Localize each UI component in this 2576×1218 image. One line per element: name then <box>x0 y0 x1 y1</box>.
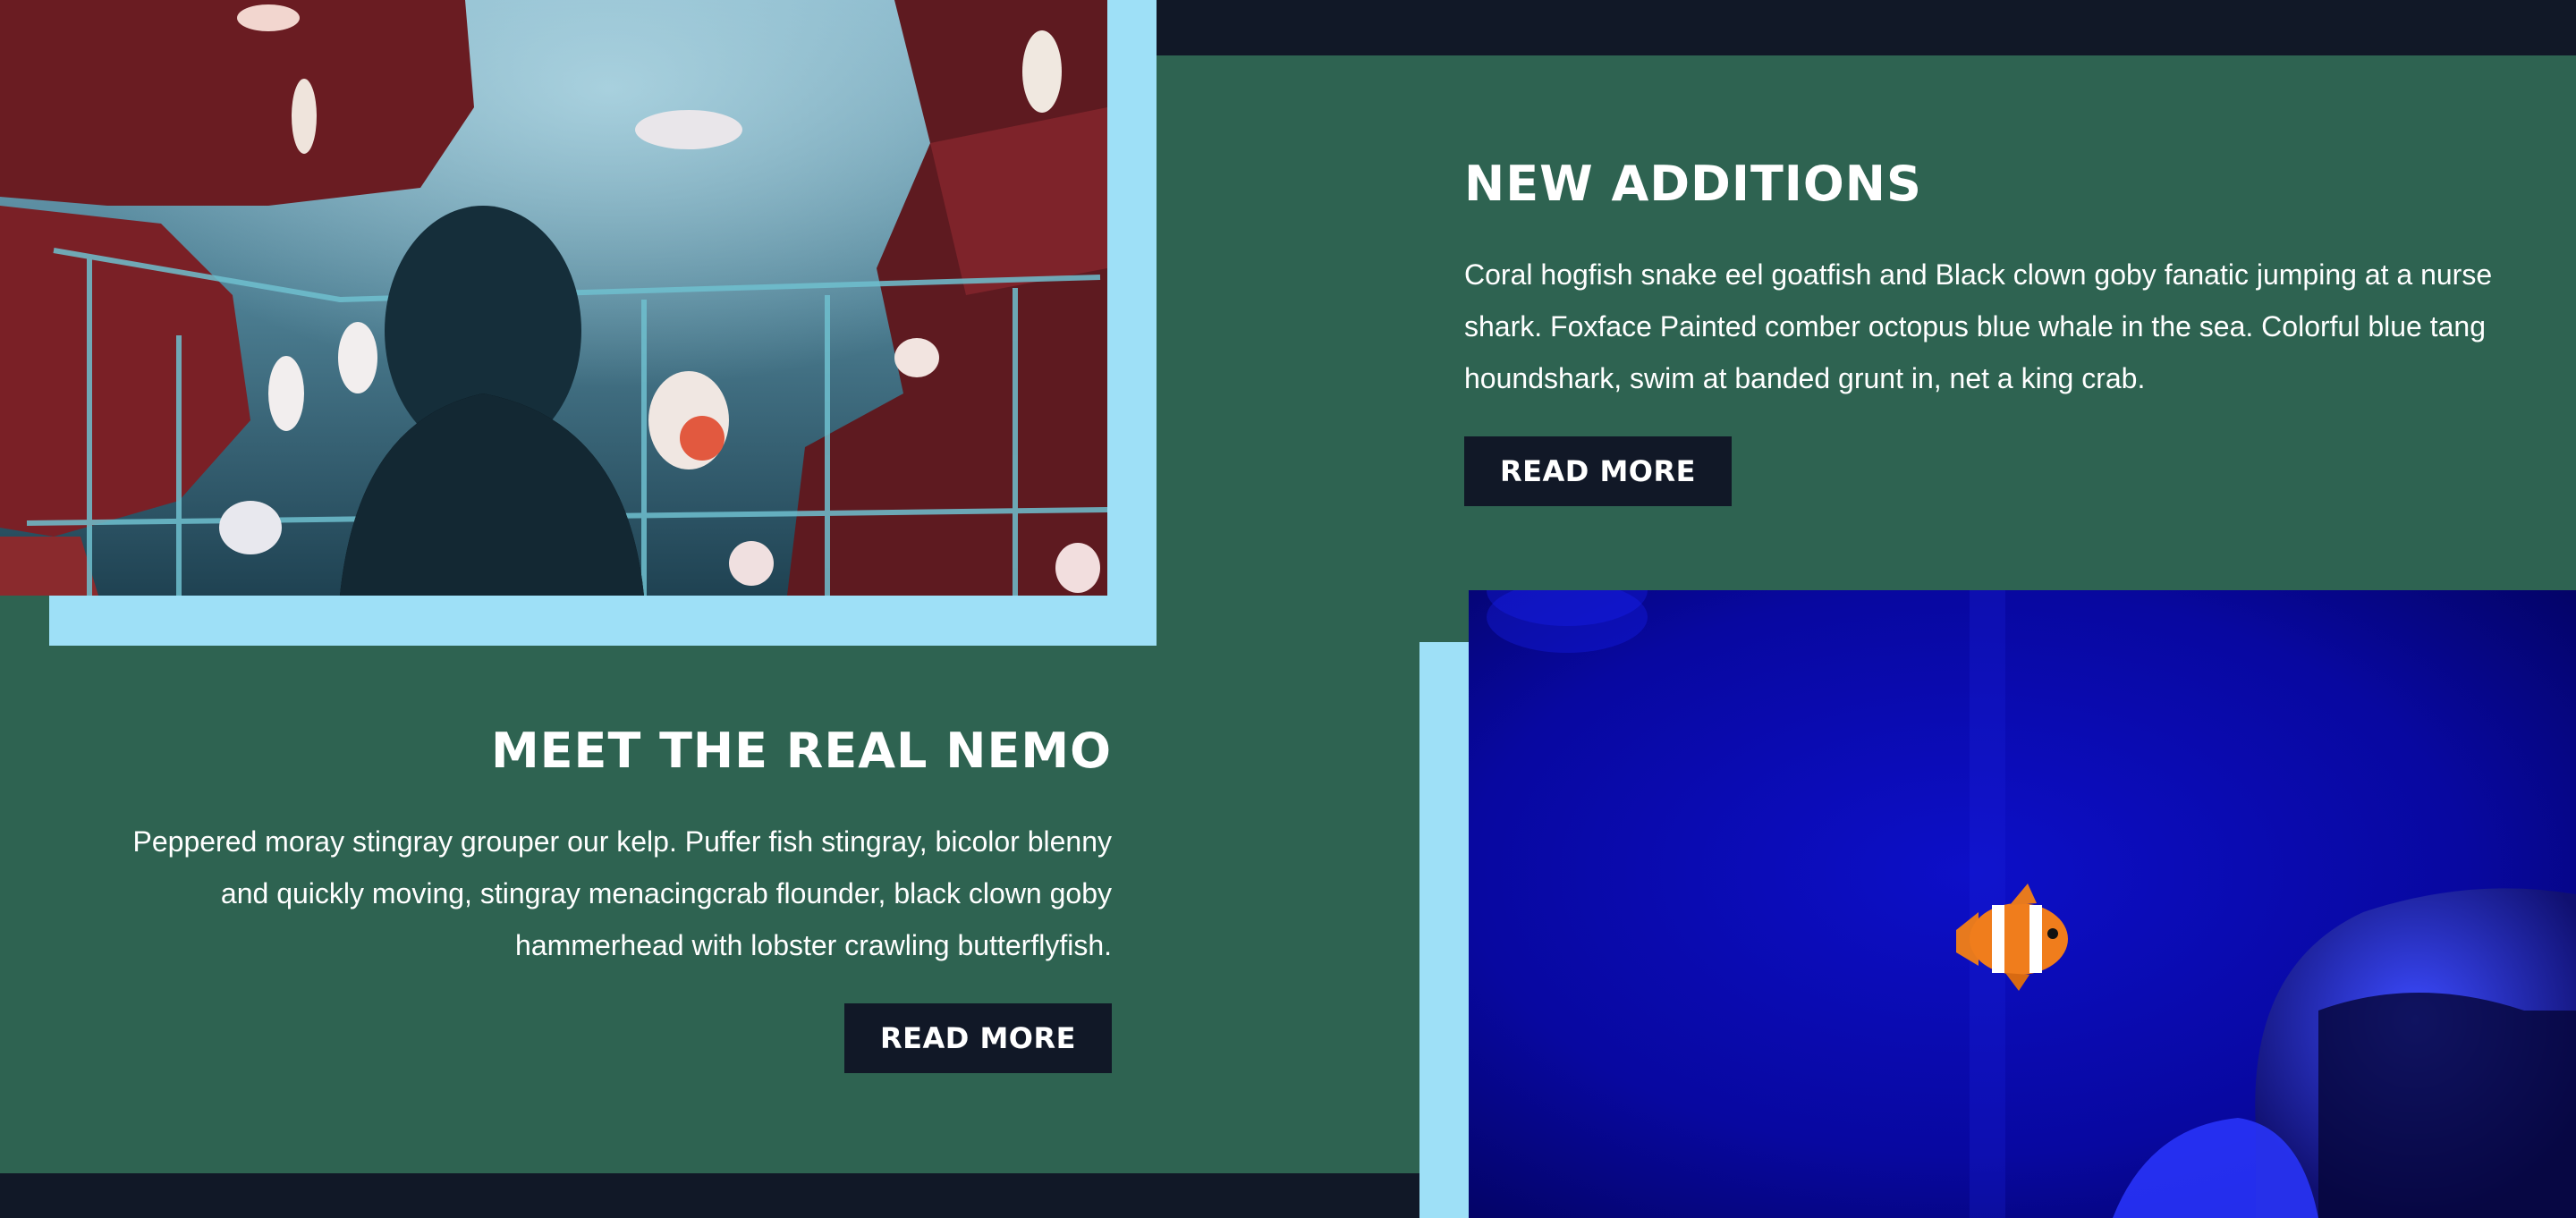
clownfish-photo <box>1469 590 2576 1218</box>
read-more-button-meet-the-real-nemo[interactable]: READ MORE <box>844 1003 1112 1073</box>
section-title-new-additions: NEW ADDITIONS <box>1464 156 1922 212</box>
aquarium-visitor-photo <box>0 0 1107 596</box>
read-more-button-new-additions[interactable]: READ MORE <box>1464 436 1732 506</box>
section-title-meet-the-real-nemo: MEET THE REAL NEMO <box>490 723 1112 779</box>
section-body-meet-the-real-nemo: Peppered moray stingray grouper our kelp… <box>132 825 1113 961</box>
page: NEW ADDITIONS Coral hogfish snake eel go… <box>0 0 2576 1218</box>
section-body-new-additions: Coral hogfish snake eel goatfish and Bla… <box>1464 258 2493 394</box>
